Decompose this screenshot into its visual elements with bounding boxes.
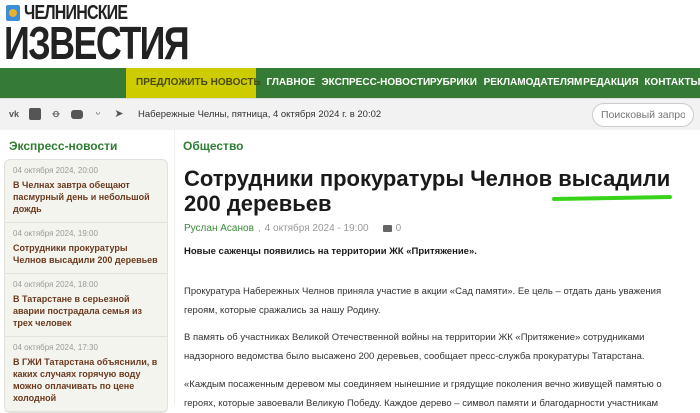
youtube-icon[interactable] [71,110,83,119]
news-title[interactable]: В Челнах завтра обещают пасмурный день и… [13,179,159,215]
telegram-icon[interactable]: ➤ [113,108,125,120]
express-news-list: 04 октября 2024, 20:00 В Челнах завтра об… [4,159,168,413]
article-section[interactable]: Общество [183,139,244,153]
article-paragraph: «Каждым посаженным деревом мы соединяем … [184,379,662,409]
news-time: 04 октября 2024, 17:30 [13,343,98,352]
list-item[interactable]: 04 октября 2024, 19:00 Сотрудники прокура… [5,223,167,274]
logo-line2: ИЗВЕСТИЯ [4,17,190,69]
news-title[interactable]: В ГЖИ Татарстана объяснили, в каких случ… [13,356,159,404]
article-paragraph: Прокуратура Набережных Челнов приняла уч… [184,286,662,316]
comment-count[interactable]: 0 [396,223,402,234]
current-date: Набережные Челны, пятница, 4 октября 202… [138,109,382,120]
comment-icon[interactable] [382,225,392,232]
search-input[interactable] [592,103,694,127]
odnoklassniki-icon[interactable]: ꝋ [50,108,62,120]
main-nav: ПРЕДЛОЖИТЬ НОВОСТЬ ГЛАВНОЕ ЭКСПРЕСС-НОВО… [0,68,700,98]
article-lead: Новые саженцы появились на территории ЖК… [184,246,477,257]
news-title[interactable]: Сотрудники прокуратуры Челнов высадили 2… [13,242,159,266]
vk-alt-icon[interactable] [29,108,41,120]
dzen-icon[interactable]: ᵕ [92,108,104,120]
article-meta: Руслан Асанов, 4 октября 2024 - 19:00 0 [184,223,401,234]
nav-express-news[interactable]: ЭКСПРЕСС-НОВОСТИ [316,68,431,98]
article-title: Сотрудники прокуратуры Челнов высадили 2… [184,166,671,216]
news-title[interactable]: В Татарстане в серьезной аварии пострада… [13,293,159,329]
nav-editorial[interactable]: РЕДАКЦИЯ [577,68,638,98]
nav-main[interactable]: ГЛАВНОЕ [260,68,315,98]
list-item[interactable]: 04 октября 2024, 18:00 В Татарстане в сер… [5,274,167,337]
vk-icon[interactable]: vk [8,108,20,120]
meta-separator: , [257,223,261,234]
news-time: 04 октября 2024, 19:00 [13,229,98,238]
article-author[interactable]: Руслан Асанов [184,223,254,234]
list-item[interactable]: 04 октября 2024, 17:30 В ГЖИ Татарстана о… [5,337,167,412]
news-time: 04 октября 2024, 20:00 [13,166,98,175]
news-time: 04 октября 2024, 18:00 [13,280,98,289]
propose-news-button[interactable]: ПРЕДЛОЖИТЬ НОВОСТЬ [126,68,261,98]
nav-rubrics[interactable]: РУБРИКИ [424,68,478,98]
nav-contacts[interactable]: КОНТАКТЫ [638,68,700,98]
article: Общество Сотрудники прокуратуры Челнов в… [174,130,700,409]
article-paragraph: В память об участниках Великой Отечестве… [184,332,645,362]
list-item[interactable]: 04 октября 2024, 20:00 В Челнах завтра об… [5,160,167,223]
toolbar: vk ꝋ ᵕ ➤ Набережные Челны, пятница, 4 ок… [0,98,700,130]
nav-advertisers[interactable]: РЕКЛАМОДАТЕЛЯМ [478,68,583,98]
article-date: 4 октября 2024 - 19:00 [264,223,369,234]
sidebar-heading: Экспресс-новости [9,139,118,153]
